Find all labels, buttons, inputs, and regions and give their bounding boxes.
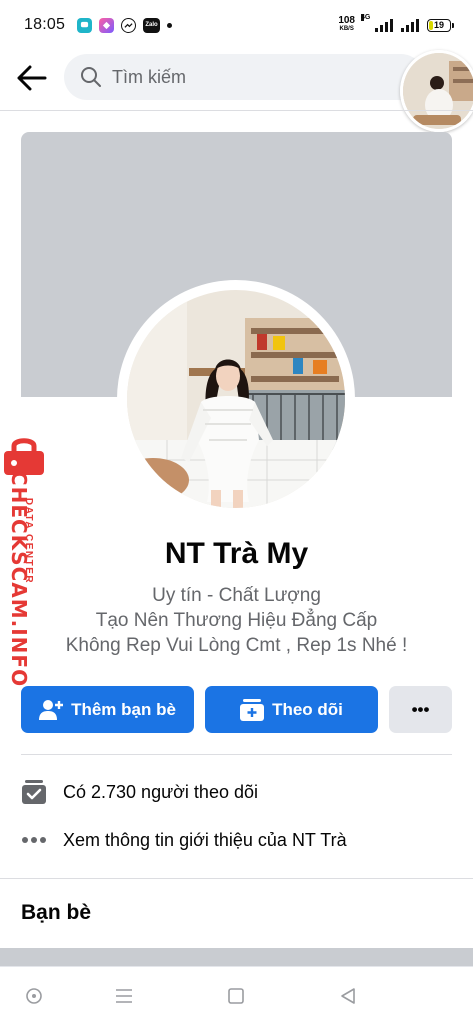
notification-icons: Zalo [77,17,173,33]
search-input[interactable]: Tìm kiếm [64,54,424,100]
follow-button[interactable]: Theo dõi [205,686,378,733]
add-friend-button[interactable]: Thêm bạn bè [21,686,194,733]
profile-bio-line-1: Uy tín - Chất Lượng [152,585,321,606]
chat-bubble-icon [77,17,93,33]
more-dots-icon [21,827,47,853]
shortcut-icon [99,17,115,33]
status-time: 18:05 [24,16,66,33]
messenger-icon [121,17,137,33]
add-friend-label: Thêm bạn bè [71,699,176,719]
assistant-icon [26,988,42,1004]
menu-icon [116,989,132,1003]
signal-bars-icon [401,18,419,32]
profile-bio-line-2: Tạo Nên Thương Hiệu Đẳng Cấp [95,610,378,631]
network-speed-value: 108 [338,15,355,26]
home-square-icon [228,988,244,1004]
system-indicators: 108 KB/S 4G 19 [338,14,454,33]
checkscam-watermark: DATA CENTER CHECKSCAM.INFO [0,436,54,687]
signal-4g-icon: 4G [361,14,393,32]
header-divider [0,110,473,111]
battery-icon: 19 [427,18,454,32]
recent-apps-button[interactable] [111,983,137,1009]
actions-divider [21,754,452,755]
add-friend-icon [39,699,64,720]
zalo-icon: Zalo [143,17,161,33]
profile-name: NT Trà My [164,537,309,570]
friends-divider [0,878,473,879]
system-navigation-bar [0,966,473,1024]
back-triangle-icon [341,988,355,1004]
battery-level: 19 [433,20,444,30]
watermark-title: CHECKSCAM.INFO [7,470,31,688]
back-arrow-icon [17,65,47,91]
followers-icon [21,779,47,805]
more-notifications-dot [167,22,173,28]
search-placeholder: Tìm kiếm [112,66,186,87]
follow-icon [240,698,265,721]
network-type: 4G [361,14,371,21]
back-button[interactable] [14,60,50,96]
followers-info[interactable]: Có 2.730 người theo dõi [21,777,452,807]
status-bar: 18:05 Zalo 108 KB/S 4G 19 [0,0,473,50]
header-profile-avatar[interactable] [400,50,473,132]
header-avatar-photo [403,53,473,129]
followers-count-text: Có 2.730 người theo dõi [63,781,258,802]
follow-label: Theo dõi [272,699,343,719]
profile-photo-image [127,290,345,508]
more-options-icon: ••• [411,699,430,719]
network-speed: 108 KB/S [338,15,355,33]
system-back-button[interactable] [335,983,361,1009]
assistant-button[interactable] [21,983,47,1009]
home-button[interactable] [223,983,249,1009]
search-icon [81,67,101,87]
section-separator [0,948,473,966]
profile-bio-line-3: Không Rep Vui Lòng Cmt , Rep 1s Nhé ! [65,635,408,656]
network-speed-unit: KB/S [339,26,354,32]
profile-picture[interactable] [127,290,345,508]
about-info-link[interactable]: Xem thông tin giới thiệu của NT Trà [21,825,452,855]
about-info-text: Xem thông tin giới thiệu của NT Trà [63,829,347,850]
more-options-button[interactable]: ••• [389,686,452,733]
friends-section-title: Bạn bè [21,901,92,924]
